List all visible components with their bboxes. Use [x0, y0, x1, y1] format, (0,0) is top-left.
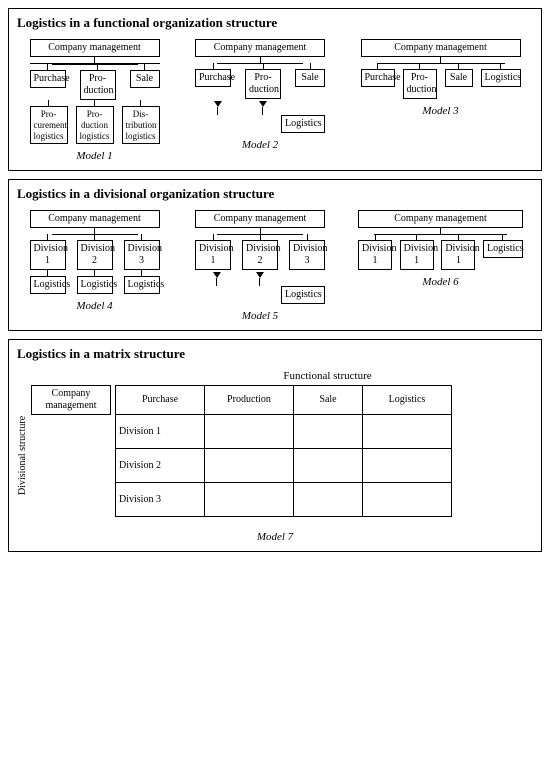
- matrix-header-row: Purchase Production Sale Logistics: [115, 385, 452, 415]
- model6-label: Model 6: [422, 276, 458, 288]
- model3-label: Model 3: [422, 105, 458, 117]
- model4-tree: Company management Division 1 Division 2: [17, 210, 172, 294]
- model1-l1-sale: Sale: [130, 70, 160, 88]
- model5-container: Company management Division 1 Division 2: [180, 210, 340, 322]
- model6-root: Company management: [358, 210, 523, 228]
- model1-l1-production: Pro-duction: [80, 70, 116, 100]
- model5-div2: Division 2: [242, 240, 278, 270]
- model2-l1-purchase: Purchase: [195, 69, 231, 87]
- model6-div1b: Division 1: [400, 240, 434, 270]
- model4-log2: Logistics: [77, 276, 113, 294]
- model3-root: Company management: [361, 39, 521, 57]
- matrix-col-logistics: Logistics: [362, 385, 452, 415]
- matrix-row3-c4: [362, 482, 452, 517]
- matrix-row3-label: Division 3: [115, 482, 205, 517]
- matrix-col-production: Production: [204, 385, 294, 415]
- matrix-section: Logistics in a matrix structure Function…: [8, 339, 542, 552]
- functional-models-row: Company management Purchase Pro-duction: [17, 39, 533, 162]
- model1-tree: Company management Purchase Pro-duction: [17, 39, 172, 144]
- matrix-col-sale: Sale: [293, 385, 363, 415]
- model2-l1-sale: Sale: [295, 69, 325, 87]
- model6-div1a: Division 1: [358, 240, 392, 270]
- model6-tree: Company management Division 1 Division 1: [348, 210, 533, 270]
- model6-div1c: Division 1: [441, 240, 475, 270]
- model3-tree: Company management Purchase Pro-duction …: [348, 39, 533, 99]
- model2-label: Model 2: [242, 139, 278, 151]
- model5-root: Company management: [195, 210, 325, 228]
- model5-div1: Division 1: [195, 240, 231, 270]
- model4-div3: Division 3: [124, 240, 160, 270]
- matrix-col-purchase: Purchase: [115, 385, 205, 415]
- matrix-row1-label: Division 1: [115, 414, 205, 449]
- model4-div1: Division 1: [30, 240, 66, 270]
- model4-label: Model 4: [76, 300, 112, 312]
- matrix-row1: Division 1: [115, 414, 452, 449]
- model2-l1-production: Pro-duction: [245, 69, 281, 99]
- divisional-section: Logistics in a divisional organization s…: [8, 179, 542, 331]
- matrix-row2: Division 2: [115, 448, 452, 483]
- model1-l2-production-log: Pro-ductionlogistics: [76, 106, 114, 144]
- matrix-row1-c3: [293, 414, 363, 449]
- matrix-row2-label: Division 2: [115, 448, 205, 483]
- model1-label: Model 1: [76, 150, 112, 162]
- functional-section: Logistics in a functional organization s…: [8, 8, 542, 171]
- model3-l1-sale: Sale: [445, 69, 473, 87]
- matrix-row2-c3: [293, 448, 363, 483]
- matrix-row3-c3: [293, 482, 363, 517]
- model2-container: Company management Purchase Pro-duction …: [180, 39, 340, 151]
- model5-div3: Division 3: [289, 240, 325, 270]
- model4-div2: Division 2: [77, 240, 113, 270]
- matrix-title: Logistics in a matrix structure: [17, 346, 533, 362]
- model4-container: Company management Division 1 Division 2: [17, 210, 172, 312]
- model3-l1-production: Pro-duction: [403, 69, 437, 99]
- matrix-table-area: Purchase Production Sale Logistics Divis…: [115, 385, 452, 525]
- matrix-row1-c4: [362, 414, 452, 449]
- model5-label: Model 5: [242, 310, 278, 322]
- matrix-left-col: Divisional structure Company management: [17, 385, 111, 525]
- model5-tree: Company management Division 1 Division 2: [180, 210, 340, 304]
- functional-structure-label: Functional structure: [122, 370, 533, 382]
- model7-label: Model 7: [17, 531, 533, 543]
- matrix-mgmt: Company management: [31, 385, 111, 415]
- model6-container: Company management Division 1 Division 1: [348, 210, 533, 288]
- model5-logistics: Logistics: [281, 286, 325, 304]
- model4-log1: Logistics: [30, 276, 66, 294]
- matrix-content: Functional structure Divisional structur…: [17, 370, 533, 543]
- matrix-row1-c2: [204, 414, 294, 449]
- model3-container: Company management Purchase Pro-duction …: [348, 39, 533, 117]
- model4-log3: Logistics: [124, 276, 160, 294]
- divisional-models-row: Company management Division 1 Division 2: [17, 210, 533, 322]
- model6-logistics: Logistics: [483, 240, 523, 258]
- model3-l1-purchase: Purchase: [361, 69, 395, 87]
- model1-l1-purchase: Purchase: [30, 70, 66, 88]
- matrix-row2-c2: [204, 448, 294, 483]
- matrix-body: Divisional structure Company management …: [17, 385, 452, 525]
- matrix-top-area: Functional structure: [17, 370, 533, 385]
- divisional-title: Logistics in a divisional organization s…: [17, 186, 533, 202]
- divisional-structure-label: Divisional structure: [17, 385, 28, 525]
- model2-tree: Company management Purchase Pro-duction …: [180, 39, 340, 133]
- model3-l1-logistics: Logistics: [481, 69, 521, 87]
- model1-l2-distribution: Dis-tributionlogistics: [122, 106, 160, 144]
- matrix-row3: Division 3: [115, 482, 452, 517]
- model1-root: Company management: [30, 39, 160, 57]
- model4-root: Company management: [30, 210, 160, 228]
- matrix-row3-c2: [204, 482, 294, 517]
- model1-container: Company management Purchase Pro-duction: [17, 39, 172, 162]
- model1-l2-procurement: Pro-curementlogistics: [30, 106, 68, 144]
- functional-title: Logistics in a functional organization s…: [17, 15, 533, 31]
- matrix-row2-c4: [362, 448, 452, 483]
- model2-root: Company management: [195, 39, 325, 57]
- model2-logistics: Logistics: [281, 115, 325, 133]
